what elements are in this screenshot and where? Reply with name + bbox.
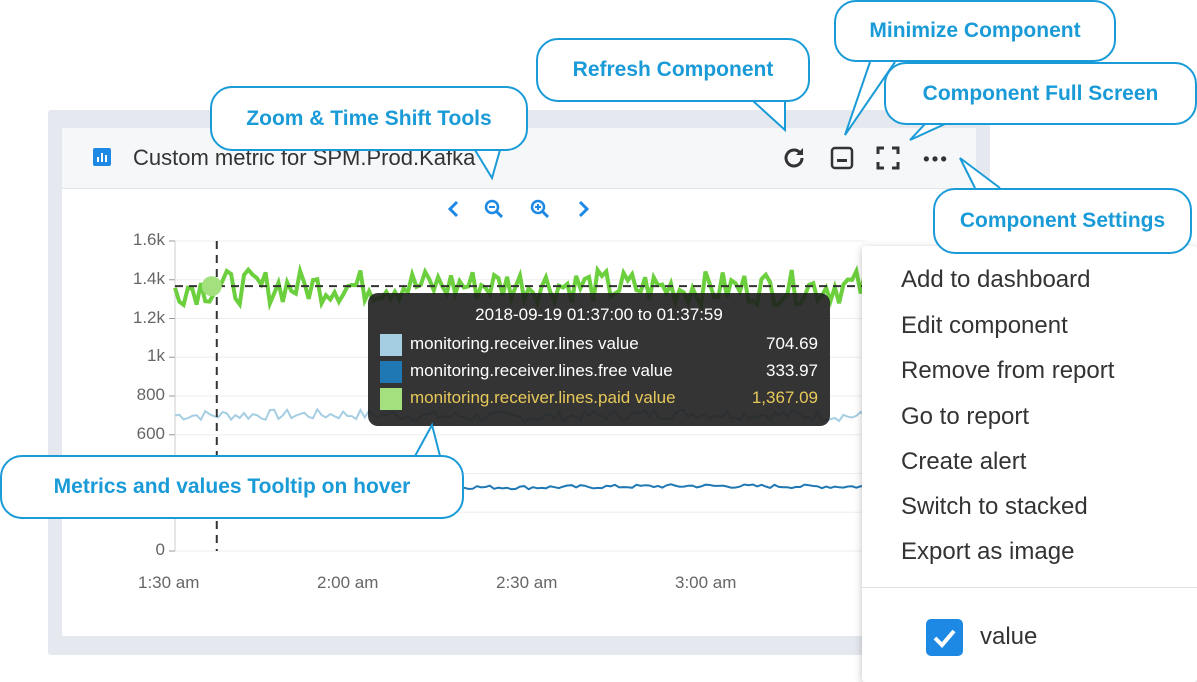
y-tick-label: 1.2k [132, 307, 165, 327]
refresh-icon[interactable] [781, 145, 807, 171]
bar-chart-icon [93, 148, 111, 166]
metrics-tooltip: 2018-09-19 01:37:00 to 01:37:59 monitori… [368, 293, 830, 426]
tooltip-row: monitoring.receiver.lines.free value 333… [380, 360, 818, 384]
x-tick-label: 3:00 am [675, 573, 737, 592]
tooltip-row: monitoring.receiver.lines value 704.69 [380, 333, 818, 357]
tooltip-series-name: monitoring.receiver.lines value [410, 334, 639, 353]
callout-minimize: Minimize Component [834, 0, 1116, 62]
callout-refresh: Refresh Component [536, 38, 810, 102]
more-icon[interactable] [922, 145, 948, 171]
chevron-right-icon[interactable] [572, 198, 594, 220]
zoom-in-icon[interactable] [529, 198, 551, 220]
menu-divider [862, 587, 1197, 588]
tooltip-title: 2018-09-19 01:37:00 to 01:37:59 [475, 305, 723, 324]
menu-item-edit-component[interactable]: Edit component [901, 312, 1068, 340]
tooltip-series-value: 333.97 [766, 361, 818, 380]
y-tick-label: 600 [136, 423, 165, 443]
component-settings-menu: Add to dashboard Edit component Remove f… [862, 246, 1197, 682]
callout-settings: Component Settings [933, 188, 1192, 254]
series-swatch [380, 334, 402, 356]
series-swatch [380, 388, 402, 410]
menu-item-add-to-dashboard[interactable]: Add to dashboard [901, 266, 1090, 294]
fullscreen-icon[interactable] [875, 145, 901, 171]
checkbox-label: value [980, 623, 1038, 650]
tooltip-series-name: monitoring.receiver.lines.free value [410, 361, 673, 380]
menu-item-switch-to-stacked[interactable]: Switch to stacked [901, 493, 1088, 521]
y-tick-label: 0 [155, 540, 165, 559]
menu-item-remove-from-report[interactable]: Remove from report [901, 357, 1114, 385]
tooltip-series-value: 1,367.09 [751, 388, 818, 407]
menu-item-export-as-image[interactable]: Export as image [901, 538, 1074, 566]
y-tick-label: 1.4k [132, 268, 165, 288]
menu-item-create-alert[interactable]: Create alert [901, 448, 1026, 476]
callout-zoom-tools: Zoom & Time Shift Tools [210, 86, 528, 151]
chevron-left-icon[interactable] [443, 198, 465, 220]
checkmark-icon [933, 629, 956, 648]
callout-fullscreen: Component Full Screen [884, 62, 1197, 125]
tooltip-series-name: monitoring.receiver.lines.paid value [410, 388, 676, 407]
menu-item-go-to-report[interactable]: Go to report [901, 403, 1029, 431]
value-checkbox[interactable] [926, 619, 963, 656]
callout-tooltip: Metrics and values Tooltip on hover [0, 455, 464, 519]
tooltip-row: monitoring.receiver.lines.paid value 1,3… [380, 387, 818, 411]
x-tick-label: 2:00 am [317, 573, 379, 592]
y-tick-label: 1k [147, 346, 165, 366]
x-tick-label: 2:30 am [496, 573, 558, 592]
zoom-out-icon[interactable] [483, 198, 505, 220]
series-swatch [380, 361, 402, 383]
y-tick-label: 1.6k [132, 230, 165, 249]
minimize-icon[interactable] [829, 145, 855, 171]
x-tick-label: 1:30 am [138, 573, 200, 592]
tooltip-series-value: 704.69 [766, 334, 818, 353]
y-tick-label: 800 [136, 385, 165, 404]
